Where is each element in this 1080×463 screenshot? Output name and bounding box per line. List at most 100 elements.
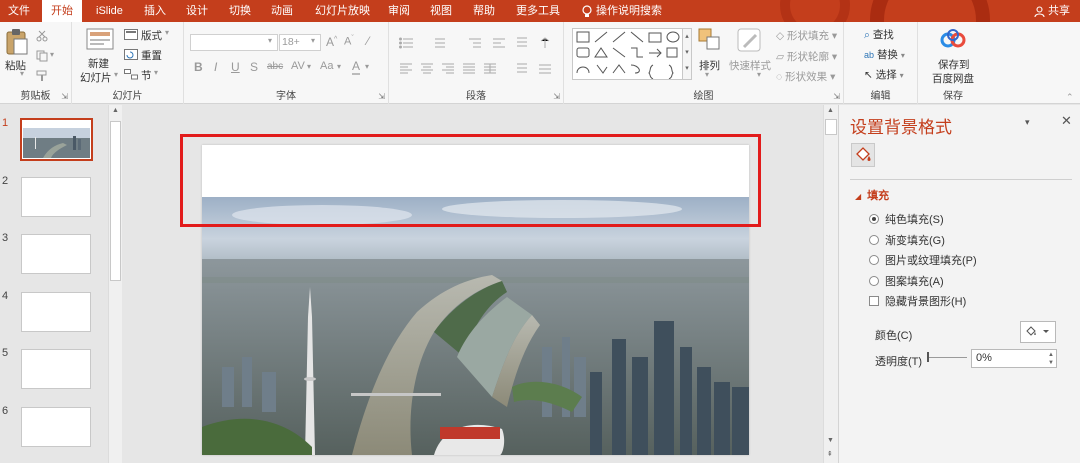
fill-section-header[interactable]: ◢ 填充 — [855, 187, 889, 203]
slide-number: 3 — [2, 232, 9, 244]
slide-number: 1 — [2, 117, 9, 129]
dialog-launcher-icon[interactable]: ⇲ — [61, 92, 68, 101]
quick-styles-icon[interactable] — [736, 27, 764, 55]
lightbulb-icon — [582, 4, 592, 17]
underline-icon[interactable]: U — [231, 60, 240, 74]
slide-scroll-thumb[interactable] — [825, 119, 837, 135]
select-label: 选择 — [875, 69, 897, 81]
paste-icon[interactable] — [5, 28, 29, 56]
tab-slideshow[interactable]: 幻灯片放映 — [309, 0, 376, 22]
find-button[interactable]: ⌕ 查找 — [864, 27, 894, 42]
shape-effects-button[interactable]: ◌ 形状效果 ▾ — [776, 69, 835, 84]
save-to-label-2: 百度网盘 — [932, 73, 974, 85]
hide-graphics-option[interactable]: 隐藏背景图形(H) — [869, 293, 966, 309]
change-case-icon[interactable]: Aa — [320, 60, 333, 72]
layout-icon[interactable] — [124, 29, 138, 40]
shape-outline-button[interactable]: ▱ 形状轮廓 ▾ — [776, 49, 837, 64]
tab-design[interactable]: 设计 — [180, 0, 214, 22]
format-background-pane: 设置背景格式 ▾ ✕ ◢ 填充 纯色填充(S) 渐变填充(G) 图片或纹理填充(P… — [838, 105, 1080, 463]
tab-more-tools[interactable]: 更多工具 — [510, 0, 566, 22]
shape-fill-button[interactable]: ◇ 形状填充 ▾ — [776, 28, 837, 43]
radio-button[interactable] — [869, 276, 879, 286]
tab-view[interactable]: 视图 — [424, 0, 458, 22]
shadow-icon[interactable]: S — [250, 60, 258, 74]
italic-icon[interactable]: I — [214, 60, 217, 74]
tab-islide[interactable]: iSlide — [90, 0, 129, 22]
slide-thumbnail-1[interactable] — [20, 118, 93, 161]
font-color-icon[interactable]: A — [352, 59, 361, 75]
radio-button[interactable] — [869, 235, 879, 245]
share-button[interactable]: 共享 — [1034, 0, 1070, 22]
list-indent-icons[interactable] — [399, 36, 559, 50]
pane-options-icon[interactable]: ▾ — [1025, 117, 1030, 128]
picture-fill-label: 图片或纹理填充(P) — [885, 255, 977, 267]
section-label[interactable]: 节 — [141, 68, 152, 83]
tell-me-label: 操作说明搜索 — [596, 5, 662, 17]
slide-scrollbar[interactable]: ▲ ▼ ⇞ — [823, 105, 838, 463]
shapes-scroll[interactable]: ▴ ▾ ▾ — [682, 28, 692, 80]
city-aerial-photo[interactable] — [202, 197, 749, 455]
tab-review[interactable]: 审阅 — [382, 0, 416, 22]
slide-thumbnail-6[interactable] — [21, 407, 91, 447]
city-thumbnail-image — [23, 121, 90, 158]
checkbox[interactable] — [869, 296, 879, 306]
fill-category-button[interactable] — [851, 143, 875, 167]
font-size-value: 18+ — [282, 36, 300, 48]
baidu-netdisk-icon[interactable] — [940, 28, 966, 50]
copy-icon[interactable] — [36, 50, 48, 62]
grow-font-icon[interactable]: A^ — [326, 35, 337, 49]
bold-icon[interactable]: B — [194, 60, 203, 74]
font-name-box[interactable] — [190, 34, 278, 51]
tab-home[interactable]: 开始 — [42, 0, 82, 22]
close-icon[interactable]: ✕ — [1061, 113, 1072, 129]
tell-me-search[interactable]: 操作说明搜索 — [576, 0, 668, 22]
slide-thumbnail-4[interactable] — [21, 292, 91, 332]
slide-number: 5 — [2, 347, 9, 359]
spacing-icon[interactable]: AV — [291, 60, 305, 72]
replace-button[interactable]: ab 替换 ▾ — [864, 47, 905, 62]
tab-animations[interactable]: 动画 — [265, 0, 299, 22]
paint-bucket-icon — [856, 147, 871, 161]
format-painter-icon[interactable] — [36, 70, 48, 82]
alignment-icons[interactable] — [399, 62, 559, 76]
dialog-launcher-icon[interactable]: ⇲ — [553, 92, 560, 101]
select-button[interactable]: ↖ 选择 ▾ — [864, 67, 904, 82]
slide-thumbnail-2[interactable] — [21, 177, 91, 217]
gradient-fill-option[interactable]: 渐变填充(G) — [869, 232, 945, 248]
reset-label[interactable]: 重置 — [141, 48, 162, 63]
solid-fill-option[interactable]: 纯色填充(S) — [869, 211, 944, 227]
dialog-launcher-icon[interactable]: ⇲ — [378, 92, 385, 101]
color-picker-button[interactable] — [1020, 321, 1056, 343]
thumbnails-scroll-thumb[interactable] — [110, 121, 121, 281]
dialog-launcher-icon[interactable]: ⇲ — [833, 92, 840, 101]
tab-insert[interactable]: 插入 — [138, 0, 172, 22]
thumbnails-scrollbar[interactable]: ▲ — [108, 105, 122, 463]
section-icon[interactable] — [124, 69, 138, 80]
slide-thumbnail-3[interactable] — [21, 234, 91, 274]
pane-divider — [850, 179, 1072, 180]
new-slide-icon[interactable] — [86, 28, 114, 50]
strikethrough-icon[interactable]: abc — [267, 61, 283, 72]
shrink-font-icon[interactable]: Aˇ — [344, 35, 354, 48]
clear-format-icon[interactable]: ⁄ — [367, 34, 369, 48]
radio-button[interactable] — [869, 214, 879, 224]
tab-help[interactable]: 帮助 — [467, 0, 501, 22]
transparency-input[interactable]: 0% ▲ ▼ — [971, 349, 1057, 368]
arrange-label: 排列 — [699, 60, 720, 72]
spinner-arrows-icon[interactable]: ▲ ▼ — [1048, 351, 1054, 367]
collapse-ribbon-icon[interactable]: ⌃ — [1066, 92, 1074, 103]
reset-icon[interactable] — [124, 49, 138, 60]
slide-thumbnail-5[interactable] — [21, 349, 91, 389]
shape-outline-label: 形状轮廓 — [787, 51, 829, 63]
cut-icon[interactable] — [36, 30, 48, 42]
transparency-slider[interactable] — [927, 357, 967, 358]
tab-file[interactable]: 文件 — [2, 0, 36, 22]
picture-fill-option[interactable]: 图片或纹理填充(P) — [869, 252, 977, 268]
arrange-icon[interactable] — [698, 28, 722, 52]
tab-transitions[interactable]: 切换 — [223, 0, 257, 22]
layout-label[interactable]: 版式 — [141, 28, 162, 43]
pattern-fill-option[interactable]: 图案填充(A) — [869, 273, 944, 289]
transparency-slider-handle[interactable] — [927, 352, 929, 362]
shapes-gallery[interactable] — [572, 28, 684, 80]
radio-button[interactable] — [869, 255, 879, 265]
